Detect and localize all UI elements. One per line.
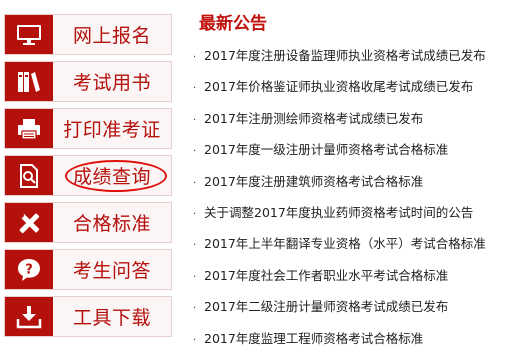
- download-icon: [5, 297, 53, 336]
- sidebar-item-label: 考生问答: [72, 260, 151, 282]
- svg-text:?: ?: [25, 262, 33, 277]
- news-item[interactable]: · 2017年度一级注册计量师资格考试合格标准: [193, 134, 519, 165]
- sidebar-item-label: 考试用书: [72, 72, 151, 94]
- monitor-icon: [5, 15, 53, 54]
- sidebar-item-candidate-qa[interactable]: ? 考生问答: [4, 249, 172, 290]
- news-item-text[interactable]: 2017年度注册设备监理师执业资格考试成绩已发布: [204, 48, 486, 63]
- news-heading: 最新公告: [199, 14, 267, 34]
- news-item-text[interactable]: 关于调整2017年度执业药师资格考试时间的公告: [204, 205, 473, 220]
- bullet-icon: ·: [193, 177, 197, 189]
- sidebar-item-pass-standard[interactable]: 合格标准: [4, 202, 172, 243]
- bullet-icon: ·: [193, 303, 197, 315]
- bullet-icon: ·: [193, 240, 197, 252]
- news-item[interactable]: · 2017年注册测绘师资格考试成绩已发布: [193, 103, 519, 134]
- bullet-icon: ·: [193, 208, 197, 220]
- bullet-icon: ·: [193, 83, 197, 95]
- news-item-text[interactable]: 2017年度注册建筑师资格考试合格标准: [204, 174, 423, 189]
- news-item[interactable]: · 2017年度社会工作者职业水平考试合格标准: [193, 260, 519, 291]
- news-item[interactable]: · 关于调整2017年度执业药师资格考试时间的公告: [193, 197, 519, 228]
- sidebar-item-label: 合格标准: [72, 213, 151, 235]
- news-item-text[interactable]: 2017年二级注册计量师资格考试成绩已发布: [204, 299, 448, 314]
- bullet-icon: ·: [193, 114, 197, 126]
- bullet-icon: ·: [193, 146, 197, 158]
- sidebar-item-label: 网上报名: [72, 25, 151, 47]
- document-search-icon: [5, 156, 53, 195]
- sidebar-item-label: 打印准考证: [63, 119, 161, 141]
- sidebar-item-print-admission[interactable]: 打印准考证: [4, 108, 172, 149]
- news-item-text[interactable]: 2017年度监理工程师资格考试合格标准: [204, 331, 423, 346]
- sidebar-menu: 网上报名 考试用书 打印准考证 成绩查询 合格标准 ? 考生问答 工具下载: [4, 14, 172, 343]
- news-list: · 2017年度注册设备监理师执业资格考试成绩已发布 · 2017年价格鉴证师执业资…: [193, 40, 519, 354]
- news-item-text[interactable]: 2017年价格鉴证师执业资格收尾考试成绩已发布: [204, 79, 473, 94]
- news-item[interactable]: · 2017年度注册建筑师资格考试合格标准: [193, 166, 519, 197]
- news-item-text[interactable]: 2017年上半年翻译专业资格（水平）考试合格标准: [204, 236, 486, 251]
- sidebar-item-exam-books[interactable]: 考试用书: [4, 61, 172, 102]
- sidebar-item-score-query[interactable]: 成绩查询: [4, 155, 172, 196]
- question-icon: ?: [5, 250, 53, 289]
- news-panel: 最新公告 · 2017年度注册设备监理师执业资格考试成绩已发布 · 2017年价格鉴…: [193, 12, 519, 354]
- sidebar-item-online-registration[interactable]: 网上报名: [4, 14, 172, 55]
- sidebar-item-label: 成绩查询: [72, 166, 151, 188]
- sidebar-item-label: 工具下载: [72, 307, 151, 329]
- news-item[interactable]: · 2017年价格鉴证师执业资格收尾考试成绩已发布: [193, 71, 519, 102]
- bullet-icon: ·: [193, 52, 197, 63]
- books-icon: [5, 62, 53, 101]
- news-item[interactable]: · 2017年度注册设备监理师执业资格考试成绩已发布: [193, 40, 519, 71]
- tools-icon: [5, 203, 53, 242]
- sidebar-item-tool-download[interactable]: 工具下载: [4, 296, 172, 337]
- news-item-text[interactable]: 2017年注册测绘师资格考试成绩已发布: [204, 111, 423, 126]
- bullet-icon: ·: [193, 271, 197, 283]
- news-item[interactable]: · 2017年上半年翻译专业资格（水平）考试合格标准: [193, 228, 519, 259]
- news-item[interactable]: · 2017年二级注册计量师资格考试成绩已发布: [193, 291, 519, 322]
- news-item-text[interactable]: 2017年度社会工作者职业水平考试合格标准: [204, 268, 448, 283]
- printer-icon: [5, 109, 53, 148]
- news-item[interactable]: · 2017年度监理工程师资格考试合格标准: [193, 323, 519, 354]
- news-item-text[interactable]: 2017年度一级注册计量师资格考试合格标准: [204, 142, 448, 157]
- bullet-icon: ·: [193, 334, 197, 346]
